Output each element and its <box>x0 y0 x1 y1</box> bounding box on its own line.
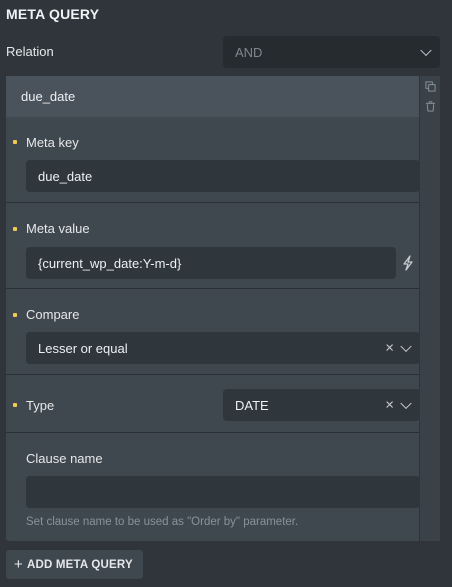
clause-header[interactable]: due_date <box>6 76 419 117</box>
meta-key-input[interactable]: due_date <box>26 160 420 192</box>
bolt-icon[interactable] <box>401 255 415 271</box>
chevron-down-icon <box>400 340 412 353</box>
meta-key-field: Meta key due_date <box>6 117 420 203</box>
required-indicator <box>13 140 17 144</box>
trash-icon <box>425 100 436 112</box>
clause-name-field: Clause name Set clause name to be used a… <box>6 432 420 541</box>
chevron-down-icon <box>400 397 412 410</box>
compare-value: Lesser or equal <box>38 340 128 356</box>
relation-row: Relation AND <box>6 36 440 68</box>
plus-icon: + <box>14 556 23 573</box>
close-icon[interactable]: × <box>385 398 394 413</box>
type-value: DATE <box>235 397 269 413</box>
clause-name-label: Clause name <box>26 451 103 466</box>
type-field: Type DATE × <box>6 374 420 432</box>
required-indicator <box>13 227 17 231</box>
compare-field: Compare Lesser or equal × <box>6 288 420 374</box>
delete-button[interactable] <box>420 96 441 116</box>
compare-label: Compare <box>26 307 80 322</box>
relation-select[interactable]: AND <box>223 36 440 68</box>
clause-header-title: due_date <box>21 89 76 104</box>
meta-key-label: Meta key <box>26 135 79 150</box>
duplicate-button[interactable] <box>420 76 441 96</box>
clause-name-hint: Set clause name to be used as "Order by"… <box>26 516 299 528</box>
close-icon[interactable]: × <box>385 341 394 356</box>
clause-name-input[interactable] <box>26 476 420 508</box>
type-label: Type <box>26 398 55 413</box>
compare-select[interactable]: Lesser or equal × <box>26 332 420 364</box>
copy-icon <box>425 80 436 92</box>
chevron-down-icon <box>420 44 432 57</box>
required-indicator <box>13 313 17 317</box>
add-meta-query-label: ADD META QUERY <box>26 558 133 571</box>
meta-value-input[interactable]: {current_wp_date:Y-m-d} <box>26 247 396 279</box>
section-title: META QUERY <box>6 6 100 22</box>
meta-value-field: Meta value {current_wp_date:Y-m-d} <box>6 202 419 288</box>
meta-query-clause: due_date Meta key due_date Meta value {c… <box>6 76 440 541</box>
relation-label: Relation <box>6 44 54 59</box>
meta-value-label: Meta value <box>26 221 90 236</box>
relation-value: AND <box>235 44 263 60</box>
meta-key-value: due_date <box>38 168 93 184</box>
meta-value-text: {current_wp_date:Y-m-d} <box>38 255 182 271</box>
required-indicator <box>13 403 17 407</box>
add-meta-query-button[interactable]: + ADD META QUERY <box>6 550 143 579</box>
clause-actions <box>419 76 440 541</box>
type-select[interactable]: DATE × <box>223 389 420 421</box>
